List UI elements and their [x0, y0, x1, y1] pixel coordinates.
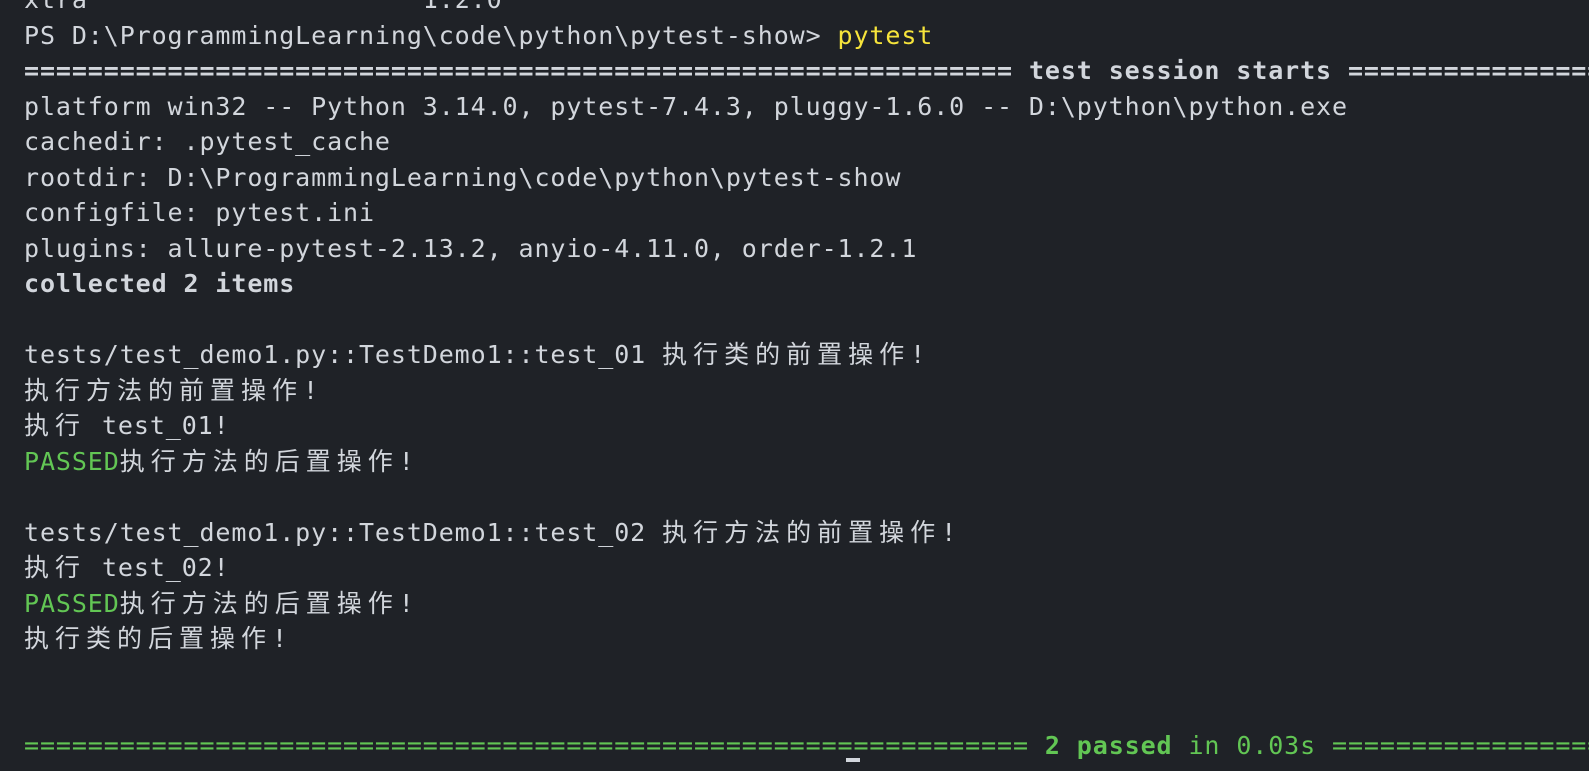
terminal-window[interactable]: xtra 1.2.0 PS D:\ProgrammingLearning\cod… [0, 0, 1589, 771]
session-title: test session starts [1028, 56, 1333, 85]
configfile-line: configfile: pytest.ini [24, 198, 375, 227]
test-02-header: tests/test_demo1.py::TestDemo1::test_02 … [24, 517, 963, 547]
terminal-output: xtra 1.2.0 PS D:\ProgrammingLearning\cod… [24, 0, 1589, 763]
passed-status: PASSED [24, 446, 120, 476]
session-header-line: ========================================… [24, 56, 1589, 85]
summary-line: ========================================… [24, 730, 1589, 760]
test-nodeid: tests/test_demo1.py::TestDemo1::test_01 [24, 340, 663, 369]
prompt-line: PS D:\ProgrammingLearning\code\python\py… [24, 18, 1589, 54]
text-cursor [846, 758, 860, 762]
test-02-run: 执行 test_02! [24, 553, 230, 582]
test-01-header: tests/test_demo1.py::TestDemo1::test_01 … [24, 340, 932, 369]
test-01-method-setup: 执行方法的前置操作! [24, 375, 325, 405]
summary-passed: 2 passed [1044, 730, 1173, 760]
rootdir-line: rootdir: D:\ProgrammingLearning\code\pyt… [24, 162, 902, 192]
cachedir-line: cachedir: .pytest_cache [24, 127, 391, 156]
partial-previous-line: xtra 1.2.0 [24, 0, 1589, 18]
passed-status: PASSED [24, 588, 120, 618]
test-02-result: PASSED执行方法的后置操作! [24, 588, 420, 618]
test-nodeid: tests/test_demo1.py::TestDemo1::test_02 [24, 517, 663, 547]
class-teardown-line: 执行类的后置操作! [24, 624, 294, 653]
summary-time: in 0.03s [1172, 730, 1333, 760]
test-01-run: 执行 test_01! [24, 411, 230, 440]
collected-line: collected 2 items [24, 269, 296, 298]
test-01-result: PASSED执行方法的后置操作! [24, 446, 420, 476]
platform-line: platform win32 -- Python 3.14.0, pytest-… [24, 91, 1348, 121]
plugins-line: plugins: allure-pytest-2.13.2, anyio-4.1… [24, 233, 918, 263]
command-text: pytest [837, 20, 934, 50]
prompt-path: PS D:\ProgrammingLearning\code\python\py… [24, 20, 838, 50]
